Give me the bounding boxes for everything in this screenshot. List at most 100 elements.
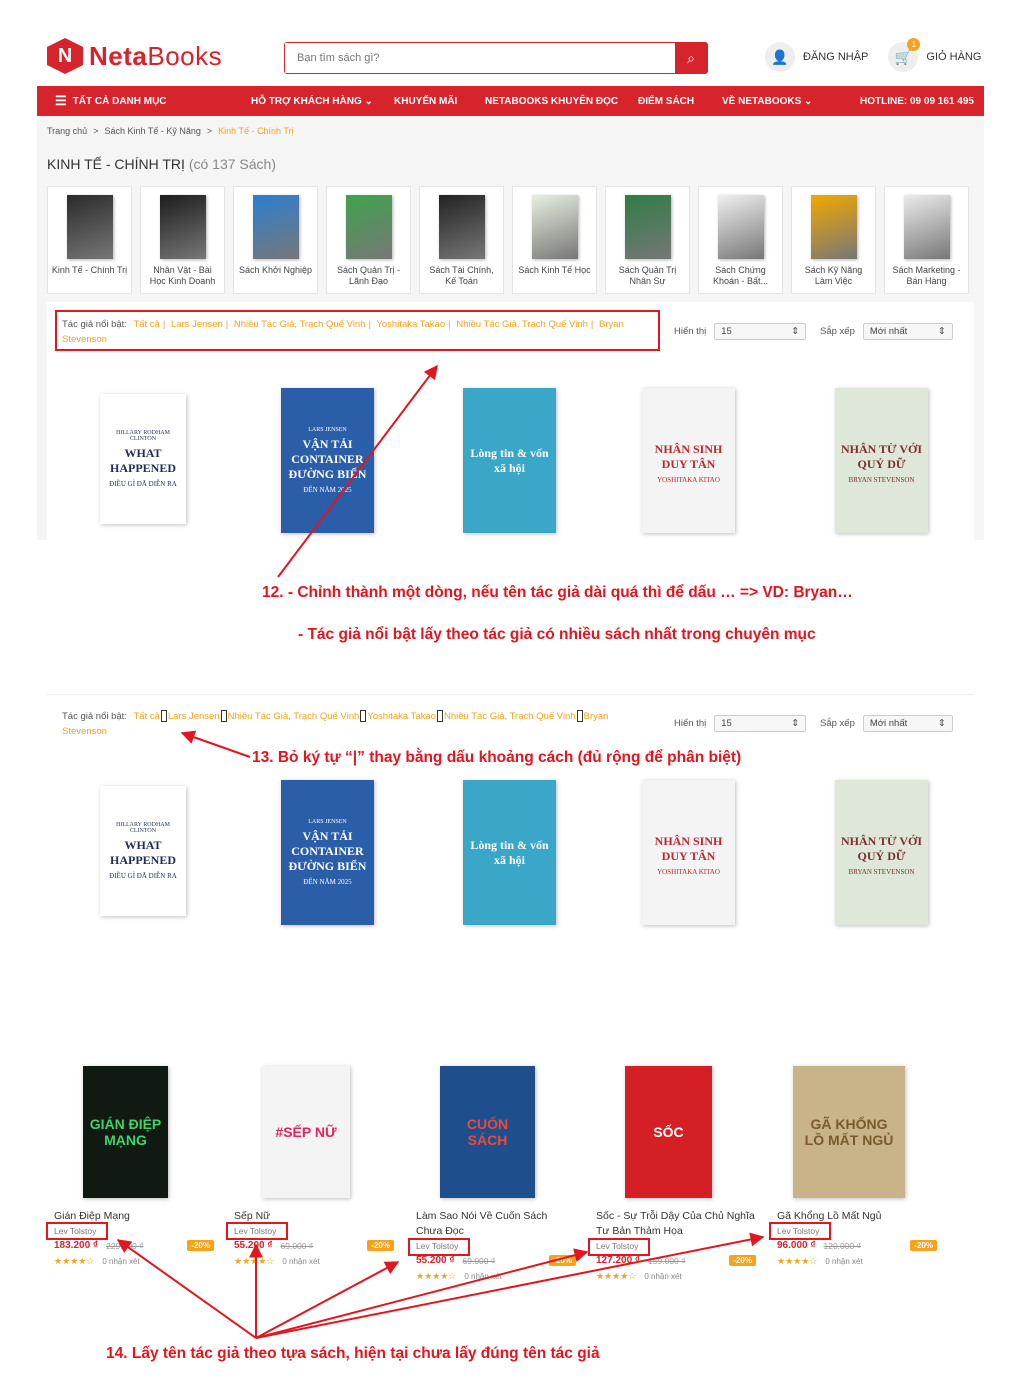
discount-badge: -20% <box>549 1255 576 1266</box>
book-cover[interactable]: NHÂN TỪ VỚI QUỶ DỮ BRYAN STEVENSON <box>835 780 928 925</box>
subcategory-card[interactable]: Sách Kinh Tế Học <box>512 186 597 294</box>
subcategory-cover-image <box>345 195 392 259</box>
book-cover-author: LARS JENSEN <box>308 427 347 433</box>
product-title[interactable]: Làm Sao Nói Về Cuốn Sách Chưa Đọc <box>416 1209 576 1239</box>
select-arrows-icon: ⇕ <box>791 718 800 729</box>
show-select[interactable]: 15 ⇕ <box>714 715 807 732</box>
author-filter-item-wrap[interactable]: Stevenson <box>62 726 107 737</box>
review-count: 0 nhận xét <box>102 1257 140 1266</box>
book-cover[interactable]: HILLARY RODHAM CLINTON WHAT HAPPENED ĐIỀU … <box>100 786 186 916</box>
subcategory-cover-image <box>438 195 485 259</box>
review-count: 0 nhận xét <box>644 1272 682 1281</box>
select-arrows-icon: ⇕ <box>937 326 946 337</box>
arrow-14 <box>255 1261 400 1339</box>
product-cover-image[interactable]: GIÁN ĐIỆP MẠNG <box>83 1066 168 1198</box>
nav-item-promotions[interactable]: KHUYẾN MÃI <box>394 86 457 116</box>
hamburger-icon: ☰ <box>55 93 67 108</box>
subcategory-card[interactable]: Sách Quản Trị Nhân Sự <box>605 186 690 294</box>
book-cover[interactable]: LARS JENSEN VẬN TẢI CONTAINER ĐƯỜNG BIỂN Đ… <box>281 780 374 925</box>
subcategory-card[interactable]: Sách Marketing - Bán Hàng <box>884 186 969 294</box>
book-cover-author: LARS JENSEN <box>308 819 347 825</box>
nav-item-support[interactable]: HỖ TRỢ KHÁCH HÀNG ⌄ <box>251 86 373 116</box>
subcategory-label: Sách Chứng Khoán - Bất... <box>712 265 769 286</box>
product-old-price: 229.000 ₫ <box>106 1240 144 1251</box>
review-count: 0 nhận xét <box>464 1272 502 1281</box>
book-cover-title: NHÂN SINH DUY TÂN <box>654 441 723 471</box>
nav-item-reviews[interactable]: ĐIỂM SÁCH <box>638 86 694 116</box>
book-cover-subtitle: ĐẾN NĂM 2025 <box>303 878 352 886</box>
cart-link[interactable]: GIỎ HÀNG <box>926 51 981 63</box>
separator-box <box>436 710 443 723</box>
product-cover-image[interactable]: SỐC <box>625 1066 712 1198</box>
logo-text-bold: Neta <box>89 40 148 71</box>
search-input[interactable] <box>285 43 675 73</box>
author-filter-item[interactable]: Nhiều Tác Giả, Trạch Quế Vinh <box>444 711 576 722</box>
sort-control: Sắp xếp Mới nhất ⇕ <box>820 715 953 732</box>
product-cover-image[interactable]: GÃ KHỔNG LỒ MẤT NGỦ <box>793 1066 905 1198</box>
subcategory-card[interactable]: Sách Kỹ Năng Làm Việc <box>791 186 876 294</box>
review-count: 0 nhận xét <box>825 1257 863 1266</box>
separator-box <box>576 710 583 723</box>
logo-text-rest: Books <box>147 40 223 71</box>
user-icon[interactable]: 👤 <box>765 42 795 72</box>
login-link[interactable]: ĐĂNG NHẬP <box>803 51 868 63</box>
show-select[interactable]: 15 ⇕ <box>714 323 807 340</box>
breadcrumb-parent[interactable]: Sách Kinh Tế - Kỹ Năng <box>104 126 200 136</box>
book-cover-title: VẬN TẢI CONTAINER ĐƯỜNG BIỂN <box>288 829 367 873</box>
product-cover-text: GÃ KHỔNG LỒ MẤT NGỦ <box>804 1116 894 1148</box>
subcategory-label: Sách Marketing - Bán Hàng <box>892 265 961 286</box>
product-title[interactable]: Sốc - Sự Trỗi Dậy Của Chủ Nghĩa Tư Bản T… <box>596 1209 756 1239</box>
breadcrumb-home[interactable]: Trang chủ <box>47 126 87 136</box>
rating-stars-icon: ★★★★☆ <box>416 1271 457 1281</box>
subcategory-label: Sách Kinh Tế Học <box>518 265 591 275</box>
book-cover[interactable]: HILLARY RODHAM CLINTON WHAT HAPPENED ĐIỀU … <box>100 394 186 524</box>
annotation-box-author <box>588 1238 650 1256</box>
book-cover-subtitle: ĐIỀU GÌ ĐÃ DIỄN RA <box>109 872 177 880</box>
book-cover[interactable]: Lòng tin & vốn xã hội <box>463 388 556 533</box>
sort-control: Sắp xếp Mới nhất ⇕ <box>820 323 953 340</box>
author-filter-item[interactable]: Nhiều Tác Giả, Trạch Quế Vinh <box>228 711 360 722</box>
subcategory-cover-image <box>252 195 299 259</box>
product-old-price: 159.000 ₫ <box>648 1255 686 1266</box>
author-filter-item[interactable]: Bryan <box>584 711 609 722</box>
product-cover-text: #SẾP NỮ <box>275 1124 337 1140</box>
subcategory-card[interactable]: Sách Chứng Khoán - Bất... <box>698 186 783 294</box>
annotation-box-author <box>46 1222 108 1240</box>
discount-badge: -20% <box>367 1240 394 1251</box>
rating-stars-icon: ★★★★☆ <box>54 1256 95 1266</box>
subcategory-card[interactable]: Sách Khởi Nghiệp <box>233 186 318 294</box>
netabooks-logo[interactable]: N NetaBooks <box>47 38 222 74</box>
book-cover[interactable]: NHÂN TỪ VỚI QUỶ DỮ BRYAN STEVENSON <box>835 388 928 533</box>
annotation-note-12b: - Tác giả nổi bật lấy theo tác giả có nh… <box>298 626 816 643</box>
breadcrumb: Trang chủ > Sách Kinh Tế - Kỹ Năng > Kin… <box>47 126 294 136</box>
search-button[interactable]: ⌕ <box>675 43 707 73</box>
search-bar: ⌕ <box>284 42 708 74</box>
book-count: (có 137 Sách) <box>188 156 276 172</box>
all-categories-menu[interactable]: ☰ TẤT CẢ DANH MỤC <box>55 86 167 116</box>
subcategory-card[interactable]: Sách Quản Trị - Lãnh Đạo <box>326 186 411 294</box>
nav-item-recommended[interactable]: NETABOOKS KHUYÊN ĐỌC <box>485 86 618 116</box>
annotation-box-author <box>226 1222 288 1240</box>
product-cover-image[interactable]: #SẾP NỮ <box>262 1066 350 1198</box>
book-cover-title: Lòng tin & vốn xã hội <box>470 837 549 867</box>
sort-select[interactable]: Mới nhất ⇕ <box>862 715 953 732</box>
sort-select[interactable]: Mới nhất ⇕ <box>862 323 953 340</box>
show-control: Hiển thị 15 ⇕ <box>674 323 807 340</box>
show-control: Hiển thị 15 ⇕ <box>674 715 807 732</box>
product-cover-text: SỐC <box>653 1124 684 1140</box>
nav-item-about[interactable]: VỀ NETABOOKS ⌄ <box>722 86 812 116</box>
book-cover[interactable]: NHÂN SINH DUY TÂN YOSHITAKA KITAO <box>642 780 735 925</box>
cart-icon[interactable]: 🛒 1 <box>888 38 921 72</box>
author-filter-all[interactable]: Tất cả <box>133 711 159 722</box>
main-nav: ☰ TẤT CẢ DANH MỤC HỖ TRỢ KHÁCH HÀNG ⌄ KHU… <box>37 86 984 116</box>
subcategory-card[interactable]: Sách Tài Chính, Kế Toán <box>419 186 504 294</box>
rating-stars-icon: ★★★★☆ <box>777 1256 818 1266</box>
book-cover[interactable]: NHÂN SINH DUY TÂN YOSHITAKA KITAO <box>642 388 735 533</box>
author-filter-item[interactable]: Lars Jensen <box>168 711 220 722</box>
product-cover-image[interactable]: CUỐN SÁCH <box>440 1066 535 1198</box>
subcategory-card[interactable]: Kinh Tế - Chính Trị <box>47 186 132 294</box>
book-cover[interactable]: Lòng tin & vốn xã hội <box>463 780 556 925</box>
author-filter-item[interactable]: Yoshitaka Takao <box>367 711 436 722</box>
subcategory-card[interactable]: Nhân Vật - Bài Học Kinh Doanh <box>140 186 225 294</box>
book-cover[interactable]: LARS JENSEN VẬN TẢI CONTAINER ĐƯỜNG BIỂN Đ… <box>281 388 374 533</box>
